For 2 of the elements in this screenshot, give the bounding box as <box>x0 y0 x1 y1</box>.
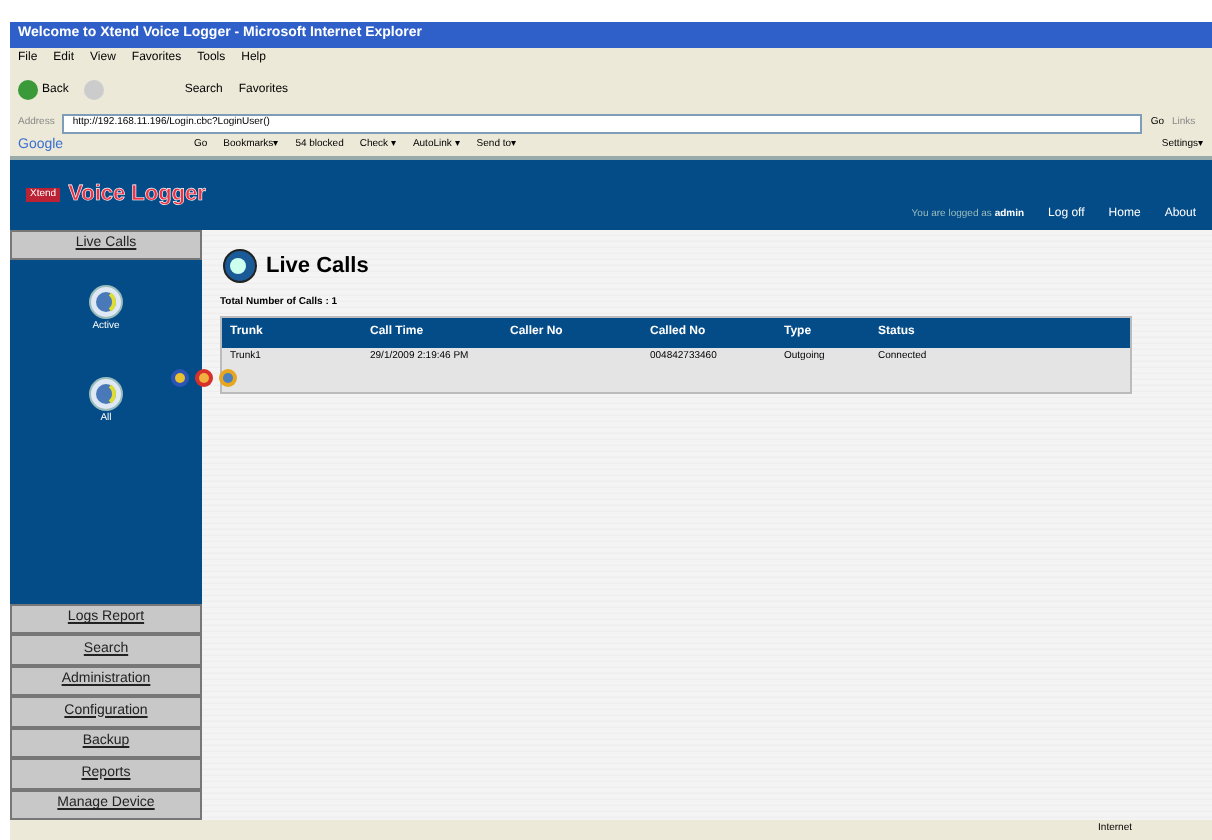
page-title: Live Calls <box>266 251 369 282</box>
app-title: Voice Logger <box>68 180 206 211</box>
